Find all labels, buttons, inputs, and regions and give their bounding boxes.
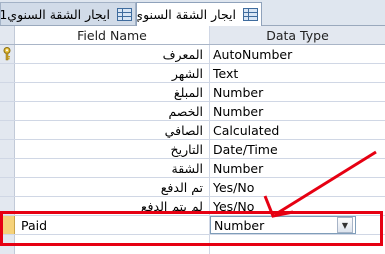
field-name-cell[interactable]: الشهر (15, 64, 210, 82)
table-row[interactable]: تم الدفع Yes/No (0, 178, 385, 197)
table-row-selected[interactable]: Paid Number ▼ (0, 216, 385, 235)
object-tab-strip: ايجار الشقة السنوي1 ايجار الشقة السنوي (0, 0, 385, 26)
table-icon (117, 7, 132, 21)
table-row[interactable]: الشهر Text (0, 64, 385, 83)
data-type-cell[interactable] (210, 235, 385, 254)
row-selector[interactable] (0, 216, 15, 234)
data-type-column-header: Data Type (210, 26, 385, 44)
row-selector[interactable] (0, 45, 15, 63)
data-type-cell[interactable]: AutoNumber (210, 45, 385, 63)
table-icon (243, 8, 258, 21)
field-name-cell[interactable]: المعرف (15, 45, 210, 63)
table-row[interactable]: التاريخ Date/Time (0, 140, 385, 159)
data-type-cell[interactable]: Text (210, 64, 385, 82)
data-type-cell[interactable]: Number (210, 159, 385, 177)
primary-key-icon (3, 47, 11, 61)
row-selector[interactable] (0, 159, 15, 177)
field-name-cell[interactable]: لم يتم الدفع (15, 197, 210, 215)
tab-annual-rent-1[interactable]: ايجار الشقة السنوي1 (0, 2, 136, 25)
table-row[interactable]: الخصم Number (0, 102, 385, 121)
data-type-cell[interactable]: Calculated (210, 121, 385, 139)
data-type-cell[interactable]: Yes/No (210, 178, 385, 196)
data-type-combobox-value: Number (214, 217, 265, 233)
data-type-cell[interactable]: Number (210, 83, 385, 101)
dropdown-button[interactable]: ▼ (337, 217, 353, 233)
field-name-cell[interactable]: تم الدفع (15, 178, 210, 196)
row-selector[interactable] (0, 102, 15, 120)
table-row[interactable]: الصافي Calculated (0, 121, 385, 140)
field-name-cell[interactable]: التاريخ (15, 140, 210, 158)
row-selector[interactable] (0, 64, 15, 82)
tab-label: ايجار الشقة السنوي (136, 7, 236, 22)
data-type-combobox[interactable]: Number (210, 216, 356, 234)
row-selector[interactable] (0, 140, 15, 158)
data-type-cell[interactable]: Date/Time (210, 140, 385, 158)
row-selector[interactable] (0, 235, 15, 254)
table-row[interactable]: لم يتم الدفع Yes/No (0, 197, 385, 216)
field-name-cell[interactable]: الخصم (15, 102, 210, 120)
table-row[interactable]: المبلغ Number (0, 83, 385, 102)
field-name-cell[interactable]: الشقة (15, 159, 210, 177)
grid-header-row: Field Name Data Type (0, 26, 385, 45)
field-name-cell[interactable] (15, 235, 210, 254)
field-name-cell[interactable]: Paid (15, 216, 210, 234)
table-row[interactable]: المعرف AutoNumber (0, 45, 385, 64)
field-name-cell[interactable]: المبلغ (15, 83, 210, 101)
data-type-cell[interactable]: Number (210, 102, 385, 120)
row-selector[interactable] (0, 83, 15, 101)
tab-annual-rent[interactable]: ايجار الشقة السنوي (136, 2, 262, 26)
chevron-down-icon: ▼ (341, 220, 349, 230)
header-corner (0, 26, 15, 44)
field-name-cell[interactable]: الصافي (15, 121, 210, 139)
row-selector[interactable] (0, 178, 15, 196)
row-selector[interactable] (0, 121, 15, 139)
row-selector[interactable] (0, 197, 15, 215)
table-row[interactable]: الشقة Number (0, 159, 385, 178)
table-row-empty[interactable] (0, 235, 385, 254)
tab-label: ايجار الشقة السنوي1 (0, 6, 110, 22)
data-type-cell[interactable]: Yes/No (210, 197, 385, 215)
field-name-column-header: Field Name (15, 26, 210, 44)
